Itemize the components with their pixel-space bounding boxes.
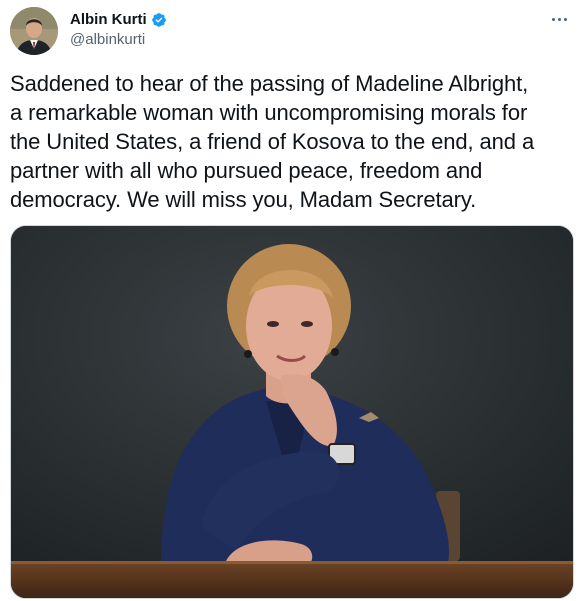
tweet: Albin Kurti @albinkurti Saddened to hear… bbox=[0, 0, 582, 601]
author-info: Albin Kurti @albinkurti bbox=[70, 10, 167, 48]
author-handle[interactable]: @albinkurti bbox=[70, 31, 167, 48]
author-avatar[interactable] bbox=[10, 7, 58, 55]
tweet-text: Saddened to hear of the passing of Madel… bbox=[10, 71, 535, 212]
verified-badge-icon bbox=[151, 12, 167, 28]
more-options-icon[interactable] bbox=[548, 10, 570, 28]
author-display-name[interactable]: Albin Kurti bbox=[70, 11, 147, 28]
avatar-photo-icon bbox=[10, 7, 58, 55]
tweet-photo[interactable] bbox=[10, 225, 574, 599]
portrait-photo-icon bbox=[11, 226, 573, 598]
author-name-row: Albin Kurti bbox=[70, 10, 167, 29]
